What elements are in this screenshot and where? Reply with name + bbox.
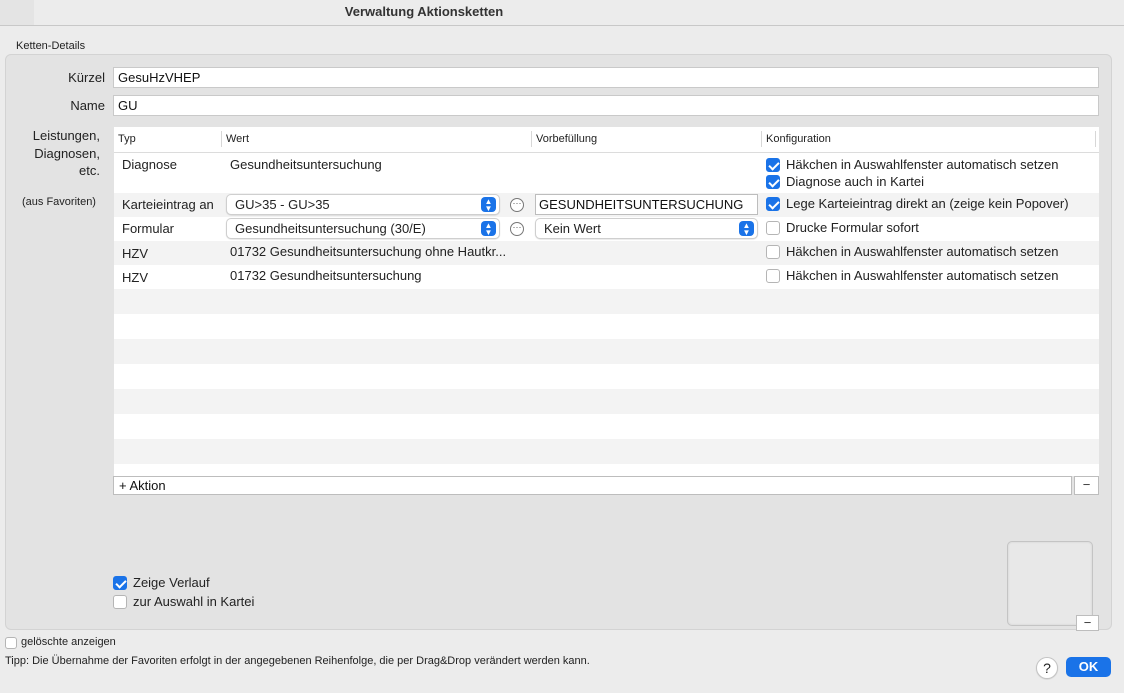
cell-wert: 01732 Gesundheitsuntersuchung ohne Hautk… [230, 244, 507, 259]
config-label: Häkchen in Auswahlfenster automatisch se… [786, 244, 1059, 259]
empty-row [114, 339, 1099, 364]
zeige-verlauf-label: Zeige Verlauf [133, 575, 210, 590]
checkbox-auto-haekchen[interactable] [766, 158, 780, 172]
checkbox-karteieintrag-direkt[interactable] [766, 197, 780, 211]
name-field[interactable]: GU [113, 95, 1099, 116]
column-separator [221, 131, 222, 147]
title-bar: Verwaltung Aktionsketten [0, 0, 1124, 26]
name-label: Name [70, 98, 105, 113]
column-header-vorbefuellung[interactable]: Vorbefüllung [536, 133, 597, 145]
empty-row [114, 389, 1099, 414]
config-label: Häkchen in Auswahlfenster automatisch se… [786, 268, 1059, 283]
kuerzel-field[interactable]: GesuHzVHEP [113, 67, 1099, 88]
leistungen-label-line-1: Leistungen, [32, 128, 100, 143]
add-aktion-button[interactable]: + Aktion [113, 476, 1072, 495]
empty-row [114, 289, 1099, 314]
column-separator [761, 131, 762, 147]
chevron-up-down-icon: ▲ ▼ [739, 221, 754, 237]
config-label: Drucke Formular sofort [786, 220, 919, 235]
empty-row [114, 439, 1099, 464]
table-row[interactable]: HZV 01732 Gesundheitsuntersuchung ohne H… [114, 241, 1099, 265]
cell-typ: Karteieintrag an [122, 197, 214, 212]
checkbox-drucke-formular[interactable] [766, 221, 780, 235]
empty-row [114, 364, 1099, 389]
chevron-up-down-icon: ▲ ▼ [481, 221, 496, 237]
ellipsis-circle-icon[interactable]: ··· [510, 198, 524, 212]
leistungen-label-line-3: etc. [79, 163, 100, 178]
column-separator [531, 131, 532, 147]
table-header: Typ Wert Vorbefüllung Konfiguration [114, 127, 1099, 153]
cell-typ: HZV [122, 246, 148, 261]
tip-text: Tipp: Die Übernahme der Favoriten erfolg… [5, 655, 590, 667]
cell-wert: 01732 Gesundheitsuntersuchung [230, 268, 422, 283]
table-row[interactable]: Diagnose Gesundheitsuntersuchung Häkchen… [114, 153, 1099, 193]
vorbefuellung-popup-button[interactable]: Kein Wert ▲ ▼ [535, 218, 758, 239]
help-button[interactable]: ? [1036, 657, 1058, 679]
vorbefuellung-field[interactable]: GESUNDHEITSUNTERSUCHUNG [535, 194, 758, 215]
popup-value: Gesundheitsuntersuchung (30/E) [235, 221, 426, 236]
empty-row [114, 414, 1099, 439]
checkbox-diagnose-kartei[interactable] [766, 175, 780, 189]
cell-typ: Diagnose [122, 157, 177, 172]
kuerzel-label: Kürzel [68, 70, 105, 85]
remove-aktion-button[interactable]: − [1074, 476, 1099, 495]
geloeschte-anzeigen-label: gelöschte anzeigen [21, 636, 116, 648]
table-row[interactable]: Karteieintrag an GU>35 - GU>35 ▲ ▼ ··· GE… [114, 193, 1099, 217]
wert-popup-button[interactable]: Gesundheitsuntersuchung (30/E) ▲ ▼ [226, 218, 500, 239]
ok-button[interactable]: OK [1066, 657, 1111, 677]
popup-value: GU>35 - GU>35 [235, 197, 330, 212]
section-label-ketten-details: Ketten-Details [16, 40, 86, 52]
wert-popup-button[interactable]: GU>35 - GU>35 ▲ ▼ [226, 194, 500, 215]
column-header-wert[interactable]: Wert [226, 133, 249, 145]
empty-row [114, 314, 1099, 339]
config-label: Diagnose auch in Kartei [786, 174, 925, 189]
column-header-typ[interactable]: Typ [118, 133, 136, 145]
aus-favoriten-note: (aus Favoriten) [22, 196, 96, 208]
checkbox-auto-haekchen[interactable] [766, 269, 780, 283]
empty-row [114, 464, 1099, 476]
checkbox-zur-auswahl[interactable] [113, 595, 127, 609]
cell-typ: Formular [122, 221, 175, 236]
ellipsis-circle-icon[interactable]: ··· [510, 222, 524, 236]
table-row[interactable]: HZV 01732 Gesundheitsuntersuchung Häkche… [114, 265, 1099, 289]
table-row[interactable]: Formular Gesundheitsuntersuchung (30/E) … [114, 217, 1099, 241]
remove-image-button[interactable]: − [1076, 615, 1099, 631]
config-label: Lege Karteieintrag direkt an (zeige kein… [786, 196, 1069, 211]
window-title: Verwaltung Aktionsketten [344, 4, 504, 19]
checkbox-auto-haekchen[interactable] [766, 245, 780, 259]
cell-wert: Gesundheitsuntersuchung [230, 157, 382, 172]
cell-typ: HZV [122, 270, 148, 285]
actions-table[interactable]: Typ Wert Vorbefüllung Konfiguration Diag… [114, 127, 1099, 476]
chevron-up-down-icon: ▲ ▼ [481, 197, 496, 213]
config-label: Häkchen in Auswahlfenster automatisch se… [786, 157, 1059, 172]
popup-value: Kein Wert [544, 221, 601, 236]
image-well[interactable] [1007, 541, 1093, 626]
leistungen-label-line-2: Diagnosen, [34, 146, 100, 161]
zur-auswahl-label: zur Auswahl in Kartei [133, 594, 255, 609]
checkbox-zeige-verlauf[interactable] [113, 576, 127, 590]
checkbox-geloeschte-anzeigen[interactable] [5, 637, 17, 649]
column-header-konfiguration[interactable]: Konfiguration [766, 133, 831, 145]
column-separator [1095, 131, 1096, 147]
